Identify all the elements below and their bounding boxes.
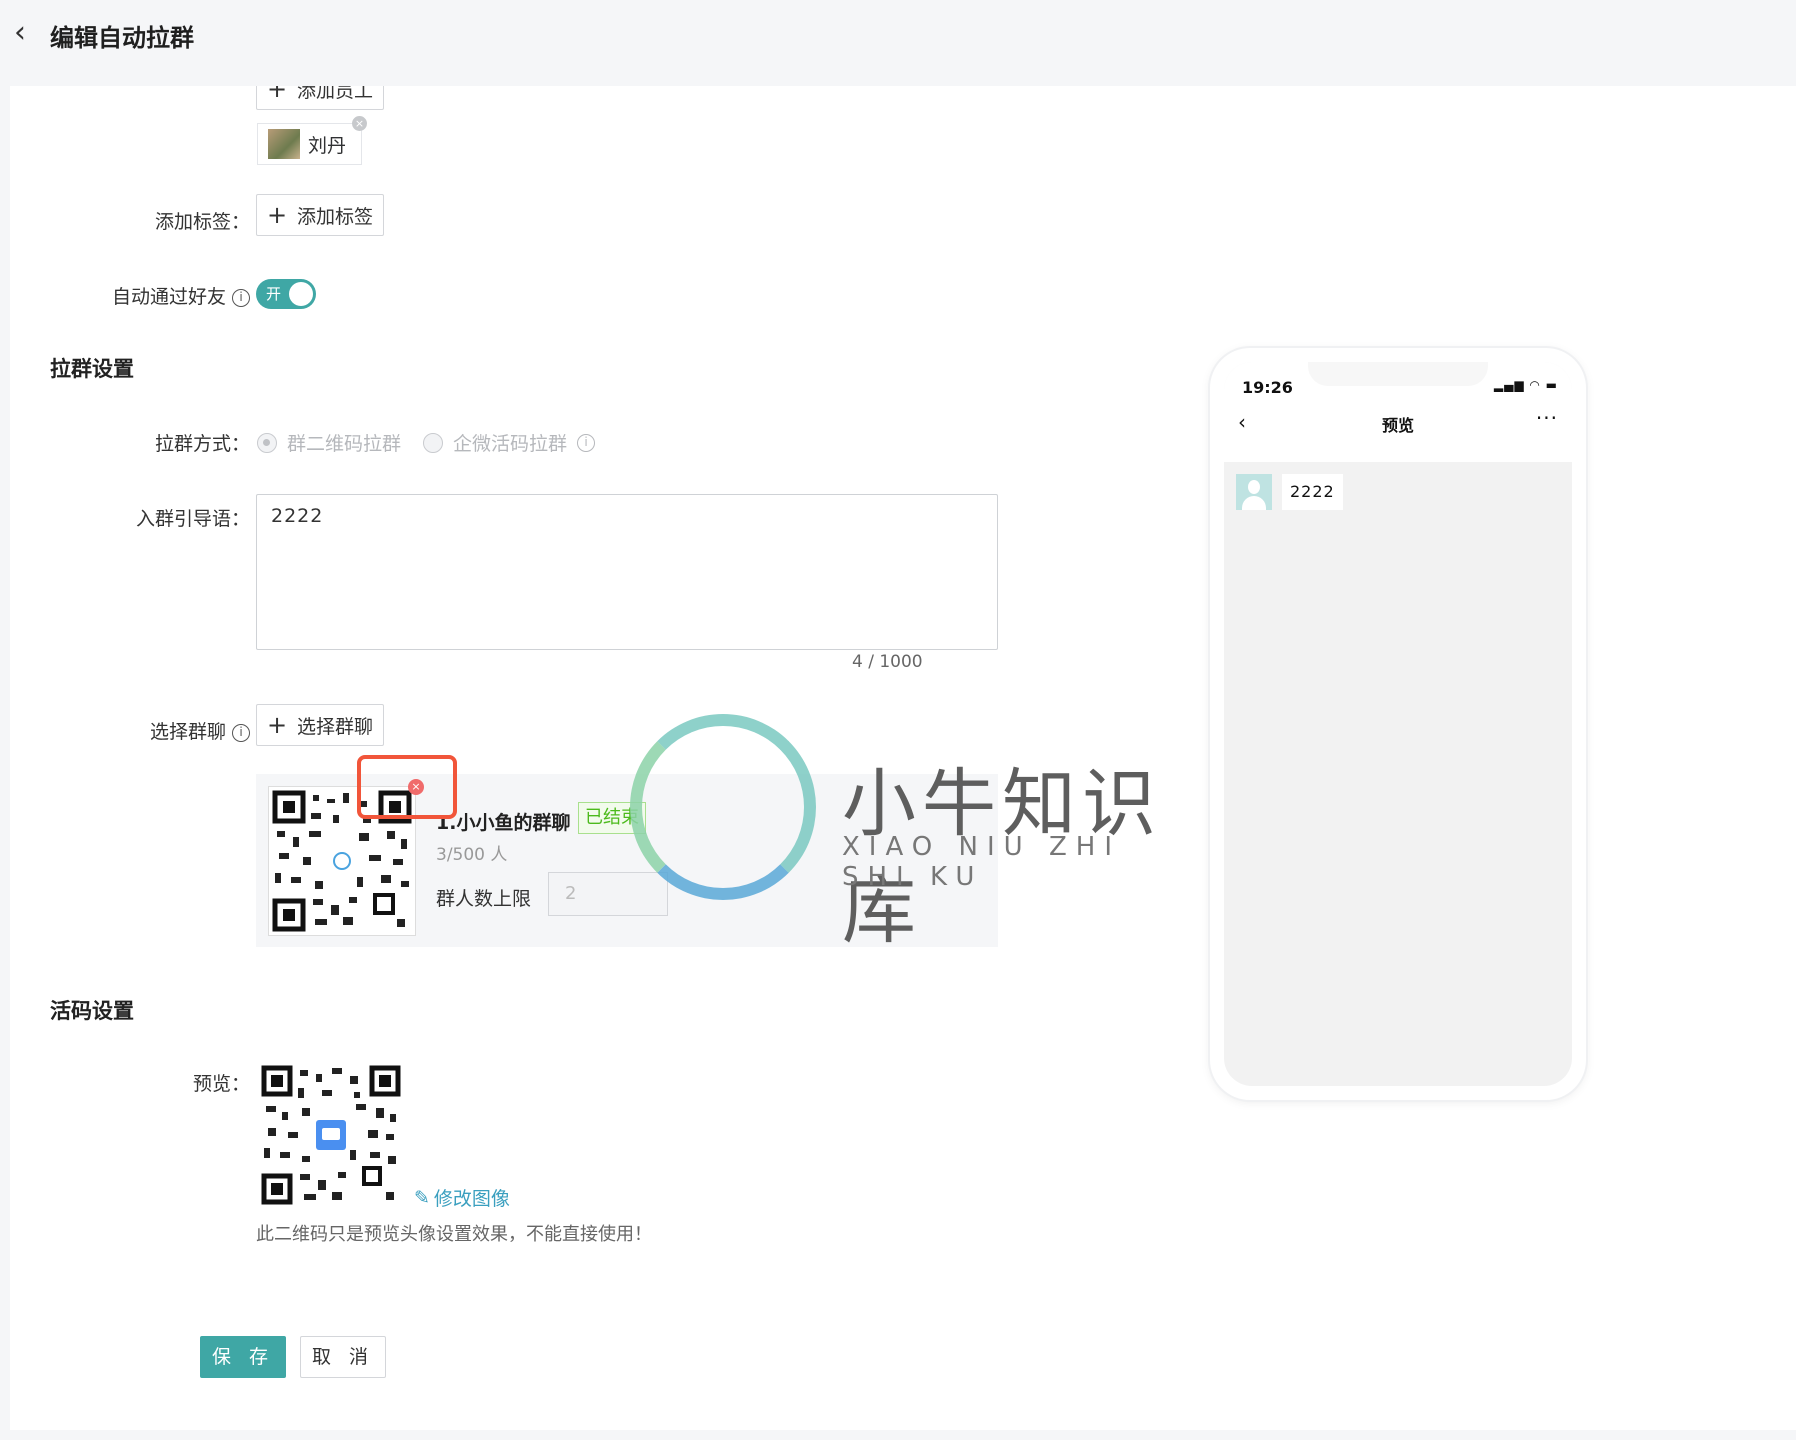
group-member-count: 3/500 人 [436, 845, 508, 865]
add-member-button[interactable]: + 添加员工 [256, 86, 384, 110]
radio-wecom-code[interactable] [423, 432, 444, 453]
save-button[interactable]: 保 存 [200, 1336, 286, 1378]
section-title-group: 拉群设置 [50, 357, 134, 381]
message-bubble: 2222 [1282, 474, 1343, 510]
toggle-knob [289, 282, 313, 306]
guide-textarea[interactable]: 2222 [256, 494, 998, 650]
back-icon[interactable]: ‹ [14, 18, 44, 48]
status-badge: 已结束 [578, 802, 646, 834]
phone-notch [1308, 362, 1488, 386]
cancel-button[interactable]: 取 消 [300, 1336, 386, 1378]
guide-label: 入群引导语： [135, 508, 250, 530]
highlight-annotation [357, 755, 457, 819]
auto-accept-toggle[interactable]: 开 [256, 279, 316, 309]
member-name: 刘丹 [308, 134, 347, 157]
char-counter: 4 / 1000 [852, 652, 923, 672]
phone-title: 预览 [1381, 416, 1414, 435]
add-tag-button[interactable]: + 添加标签 [256, 194, 384, 236]
tags-label: 添加标签： [154, 211, 250, 233]
phone-preview: 19:26 ▂▄▆ ◠ ▬ ‹ 预览 ··· 2222 [1210, 348, 1586, 1100]
page-title: 编辑自动拉群 [50, 24, 194, 52]
avatar [1236, 474, 1272, 510]
form-card: + 添加员工 刘丹 × 添加标签： + 添加标签 自动通过好友 i 开 拉群设置… [10, 86, 1796, 1430]
preview-note: 此二维码只是预览头像设置效果，不能直接使用！ [256, 1224, 652, 1245]
preview-qr-code [260, 1064, 402, 1206]
select-group-button[interactable]: + 选择群聊 [256, 704, 384, 746]
info-icon[interactable]: i [232, 288, 250, 307]
method-radio-group: 群二维码拉群 企微活码拉群 i [257, 429, 596, 456]
phone-screen: 19:26 ▂▄▆ ◠ ▬ ‹ 预览 ··· 2222 [1224, 362, 1572, 1086]
auto-accept-label: 自动通过好友 i [10, 282, 250, 309]
section-title-code: 活码设置 [50, 999, 134, 1023]
radio-group-qrcode[interactable] [257, 432, 277, 453]
status-time: 19:26 [1242, 378, 1293, 397]
edit-image-link[interactable]: ✎ 修改图像 [414, 1184, 510, 1211]
top-bar: ‹ 编辑自动拉群 [0, 0, 1796, 86]
plus-icon: + [266, 86, 288, 103]
phone-header: 19:26 ▂▄▆ ◠ ▬ ‹ 预览 ··· [1224, 362, 1572, 462]
info-icon[interactable]: i [232, 723, 250, 742]
info-icon[interactable]: i [577, 433, 596, 452]
more-icon: ··· [1535, 406, 1558, 430]
plus-icon: + [266, 201, 288, 229]
remove-member-icon[interactable]: × [352, 116, 367, 131]
pencil-icon: ✎ [414, 1186, 430, 1209]
method-label: 拉群方式： [154, 433, 250, 455]
limit-input[interactable]: 2 [548, 872, 668, 916]
avatar [268, 129, 300, 159]
member-chip: 刘丹 × [257, 116, 367, 165]
preview-label: 预览： [192, 1073, 250, 1095]
select-group-label: 选择群聊 i [10, 717, 250, 744]
limit-label: 群人数上限 [436, 888, 532, 910]
signal-wifi-battery-icon: ▂▄▆ ◠ ▬ [1493, 378, 1558, 392]
plus-icon: + [266, 711, 288, 739]
